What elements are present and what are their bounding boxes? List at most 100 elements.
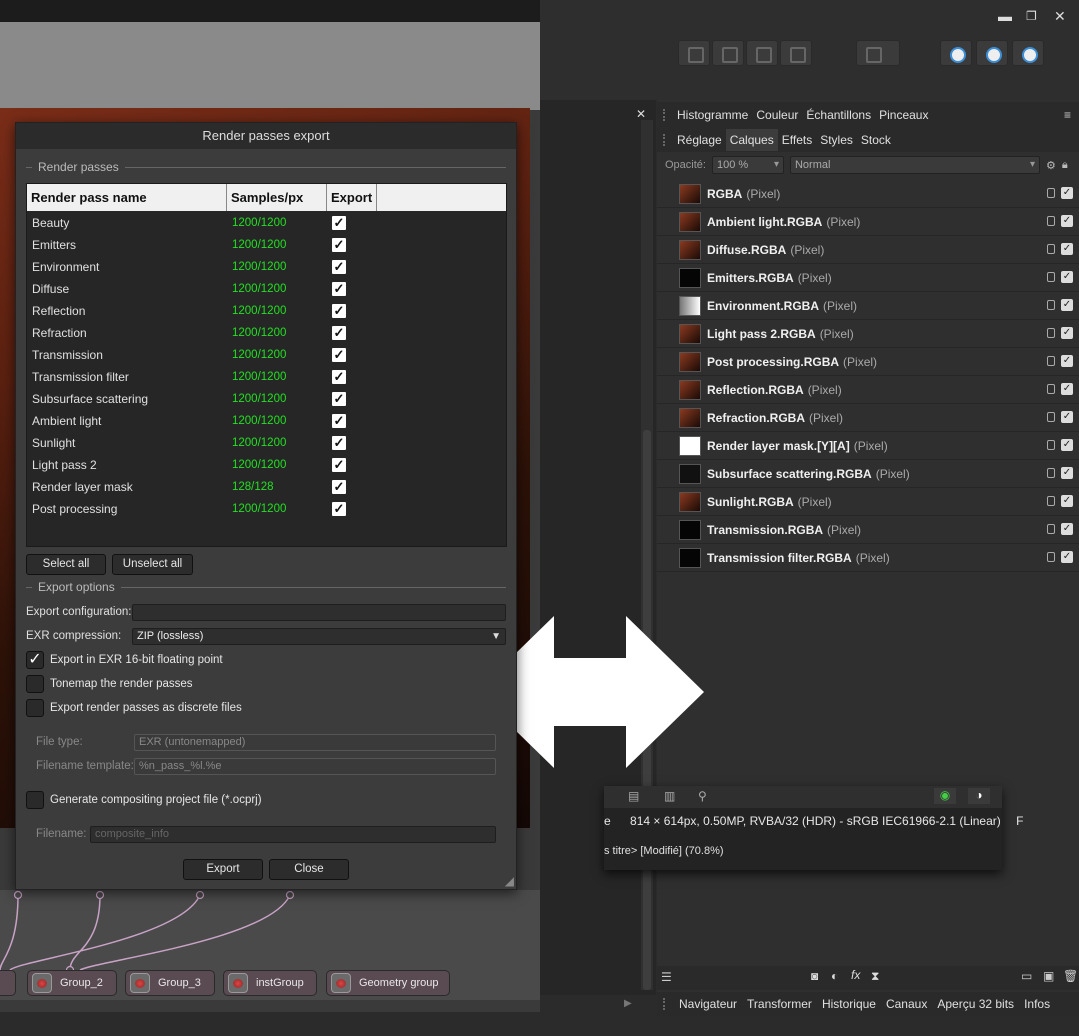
table-row[interactable]: Post processing 1200/1200 ✓ <box>27 498 506 520</box>
opt-compositing-row[interactable]: Generate compositing project file (*.ocp… <box>26 791 262 809</box>
layer-row[interactable]: RGBA (Pixel) ✓ <box>657 180 1079 208</box>
table-row[interactable]: Diffuse 1200/1200 ✓ <box>27 278 506 300</box>
arrange-back-icon[interactable] <box>678 40 710 66</box>
layer-visibility-icon[interactable]: ✓ <box>1061 439 1073 451</box>
layer-lock-icon[interactable] <box>1047 552 1055 562</box>
file-type-field[interactable]: EXR (untonemapped) <box>134 734 496 751</box>
tab-styles[interactable]: Styles <box>816 129 857 151</box>
layer-row[interactable]: Light pass 2.RGBA (Pixel) ✓ <box>657 320 1079 348</box>
layer-visibility-icon[interactable]: ✓ <box>1061 495 1073 507</box>
export-checkbox[interactable]: ✓ <box>332 480 346 494</box>
export-checkbox[interactable]: ✓ <box>332 304 346 318</box>
tab-reglage[interactable]: Réglage <box>673 129 726 151</box>
layer-lock-icon[interactable] <box>1047 300 1055 310</box>
layer-row[interactable]: Render layer mask.[Y][A] (Pixel) ✓ <box>657 432 1079 460</box>
table-row[interactable]: Refraction 1200/1200 ✓ <box>27 322 506 344</box>
layer-lock-icon[interactable] <box>1047 216 1055 226</box>
layer-lock-icon[interactable] <box>1047 328 1055 338</box>
checkbox-discrete[interactable] <box>26 699 44 717</box>
grip-icon[interactable] <box>663 133 673 146</box>
contrast-icon[interactable]: ◑ <box>968 788 990 804</box>
mask-icon[interactable]: ◙ <box>811 969 818 983</box>
layer-lock-icon[interactable] <box>1047 440 1055 450</box>
layer-lock-icon[interactable] <box>1047 356 1055 366</box>
node-group-3[interactable]: Group_3 <box>125 970 215 996</box>
tab-echantillons[interactable]: Échantillons <box>802 104 875 126</box>
opacity-select[interactable]: 100 % <box>711 156 784 174</box>
column-header-samples[interactable]: Samples/px <box>227 184 327 211</box>
arrange-backward-icon[interactable] <box>712 40 744 66</box>
zoom-icon[interactable]: ⚲ <box>698 789 707 803</box>
layer-lock-icon[interactable] <box>1047 468 1055 478</box>
checkbox-compositing[interactable] <box>26 791 44 809</box>
layer-row[interactable]: Diffuse.RGBA (Pixel) ✓ <box>657 236 1079 264</box>
table-row[interactable]: Render layer mask 128/128 ✓ <box>27 476 506 498</box>
hourglass-icon[interactable]: ⧗ <box>871 969 879 984</box>
trash-icon[interactable]: 🗑︎ <box>1063 969 1078 983</box>
scroll-right-icon[interactable]: ▶ <box>624 998 632 1009</box>
layer-row[interactable]: Environment.RGBA (Pixel) ✓ <box>657 292 1079 320</box>
settings-gear-icon[interactable]: ⚙ <box>1046 159 1056 172</box>
layer-visibility-icon[interactable]: ✓ <box>1061 187 1073 199</box>
arrange-forward-icon[interactable] <box>746 40 778 66</box>
layer-lock-icon[interactable] <box>1047 244 1055 254</box>
unselect-all-button[interactable]: Unselect all <box>112 554 193 575</box>
export-checkbox[interactable]: ✓ <box>332 436 346 450</box>
export-checkbox[interactable]: ✓ <box>332 502 346 516</box>
table-row[interactable]: Sunlight 1200/1200 ✓ <box>27 432 506 454</box>
layer-lock-icon[interactable] <box>1047 272 1055 282</box>
adjustment-icon[interactable]: ◐ <box>831 969 838 983</box>
lock-icon[interactable]: 🔒︎ <box>1062 159 1068 172</box>
grip-icon[interactable] <box>663 108 673 121</box>
add-layer-icon[interactable]: ▣ <box>1043 969 1054 983</box>
tab-infos[interactable]: Infos <box>1020 993 1054 1015</box>
align-icon[interactable] <box>856 40 900 66</box>
export-checkbox[interactable]: ✓ <box>332 216 346 230</box>
layer-visibility-icon[interactable]: ✓ <box>1061 243 1073 255</box>
checkbox-tonemap[interactable] <box>26 675 44 693</box>
close-icon[interactable]: ✕ <box>1054 8 1066 25</box>
layer-lock-icon[interactable] <box>1047 496 1055 506</box>
column-header-name[interactable]: Render pass name <box>27 184 227 211</box>
table-row[interactable]: Subsurface scattering 1200/1200 ✓ <box>27 388 506 410</box>
layer-visibility-icon[interactable]: ✓ <box>1061 355 1073 367</box>
layer-lock-icon[interactable] <box>1047 524 1055 534</box>
opt-discrete-row[interactable]: Export render passes as discrete files <box>26 699 242 717</box>
close-document-icon[interactable]: ✕ <box>636 107 646 121</box>
boolean-subtract-icon[interactable] <box>976 40 1008 66</box>
layer-row[interactable]: Transmission filter.RGBA (Pixel) ✓ <box>657 544 1079 572</box>
layer-row[interactable]: Transmission.RGBA (Pixel) ✓ <box>657 516 1079 544</box>
layers-stack-icon[interactable]: ☰ <box>661 970 672 984</box>
layer-row[interactable]: Refraction.RGBA (Pixel) ✓ <box>657 404 1079 432</box>
layer-visibility-icon[interactable]: ✓ <box>1061 383 1073 395</box>
export-checkbox[interactable]: ✓ <box>332 260 346 274</box>
tab-calques[interactable]: Calques <box>725 128 778 151</box>
resize-grip-icon[interactable]: ◢ <box>505 874 514 888</box>
node-geometry-group[interactable]: Geometry group <box>326 970 450 996</box>
layer-row[interactable]: Post processing.RGBA (Pixel) ✓ <box>657 348 1079 376</box>
tab-couleur[interactable]: Couleur <box>752 104 802 126</box>
layer-lock-icon[interactable] <box>1047 384 1055 394</box>
close-button[interactable]: Close <box>269 859 349 880</box>
table-row[interactable]: Beauty 1200/1200 ✓ <box>27 212 506 234</box>
tab-canaux[interactable]: Canaux <box>882 993 931 1015</box>
layer-visibility-icon[interactable]: ✓ <box>1061 523 1073 535</box>
layer-row[interactable]: Reflection.RGBA (Pixel) ✓ <box>657 376 1079 404</box>
layer-visibility-icon[interactable]: ✓ <box>1061 411 1073 423</box>
tab-apercu-32-bits[interactable]: Aperçu 32 bits <box>933 993 1018 1015</box>
table-row[interactable]: Light pass 2 1200/1200 ✓ <box>27 454 506 476</box>
restore-icon[interactable]: ❐ <box>1026 9 1037 23</box>
filename-field[interactable]: composite_info <box>90 826 496 843</box>
layer-visibility-icon[interactable]: ✓ <box>1061 271 1073 283</box>
layer-visibility-icon[interactable]: ✓ <box>1061 215 1073 227</box>
export-checkbox[interactable]: ✓ <box>332 326 346 340</box>
export-checkbox[interactable]: ✓ <box>332 238 346 252</box>
opt-tonemap-row[interactable]: Tonemap the render passes <box>26 675 193 693</box>
brush-icon[interactable]: ▤ <box>628 789 639 803</box>
arrange-front-icon[interactable] <box>780 40 812 66</box>
grip-icon[interactable] <box>663 998 673 1010</box>
layer-lock-icon[interactable] <box>1047 188 1055 198</box>
layer-visibility-icon[interactable]: ✓ <box>1061 327 1073 339</box>
export-button[interactable]: Export <box>183 859 263 880</box>
exr-compression-select[interactable]: ZIP (lossless) ▼ <box>132 628 506 645</box>
